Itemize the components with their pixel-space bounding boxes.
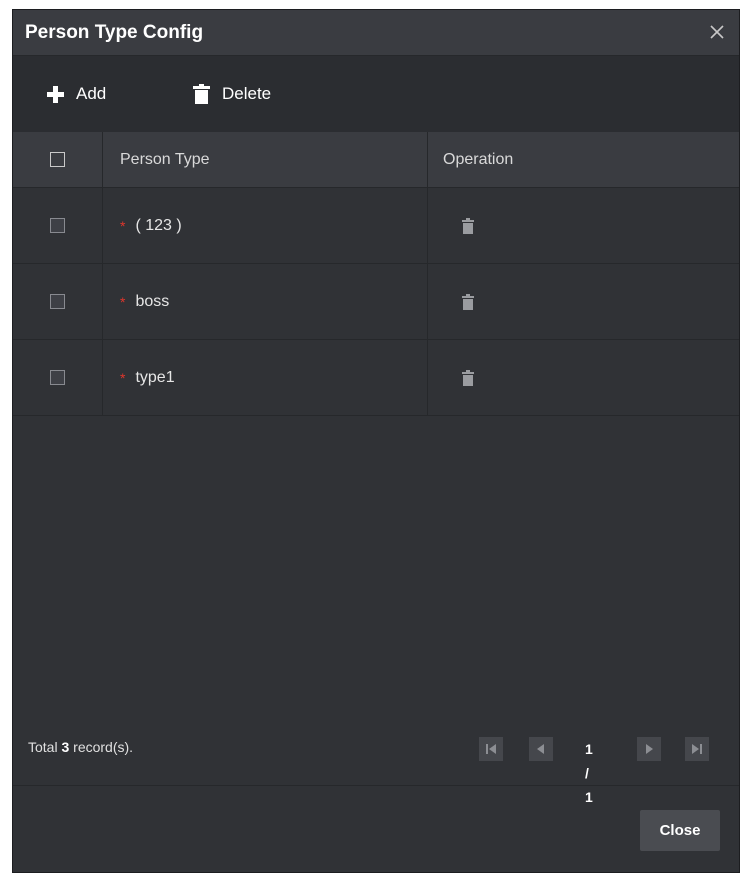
delete-label: Delete bbox=[222, 84, 272, 103]
first-page-icon[interactable] bbox=[479, 737, 503, 761]
person-type-name: boss bbox=[135, 292, 170, 310]
select-all-checkbox[interactable] bbox=[50, 152, 65, 167]
table-row: * ( 123 ) bbox=[13, 188, 739, 264]
title-bar: Person Type Config bbox=[13, 10, 739, 56]
row-checkbox[interactable] bbox=[50, 218, 65, 233]
last-page-icon[interactable] bbox=[685, 737, 709, 761]
column-operation: Operation bbox=[443, 150, 514, 168]
delete-button[interactable]: Delete bbox=[193, 82, 271, 106]
next-page-icon[interactable] bbox=[637, 737, 661, 761]
total-records: Total 3 record(s). bbox=[28, 739, 134, 755]
prev-page-icon[interactable] bbox=[529, 737, 553, 761]
trash-icon bbox=[193, 84, 210, 104]
table-header: Person Type Operation bbox=[13, 132, 739, 188]
row-delete-button[interactable] bbox=[462, 217, 474, 234]
person-type-name: ( 123 ) bbox=[135, 216, 182, 234]
column-person-type: Person Type bbox=[103, 132, 428, 187]
add-label: Add bbox=[76, 84, 107, 103]
required-mark: * bbox=[120, 217, 126, 234]
dialog-title: Person Type Config bbox=[25, 22, 204, 43]
close-button[interactable]: Close bbox=[640, 810, 720, 851]
row-delete-button[interactable] bbox=[462, 369, 474, 386]
row-checkbox[interactable] bbox=[50, 294, 65, 309]
trash-icon bbox=[462, 293, 474, 310]
pagination-bar: Total 3 record(s). 1 / 1 bbox=[13, 712, 739, 805]
table-row: * boss bbox=[13, 264, 739, 340]
page-indicator: 1 / 1 bbox=[585, 741, 593, 805]
trash-icon bbox=[462, 369, 474, 386]
close-icon[interactable] bbox=[705, 20, 729, 44]
trash-icon bbox=[462, 217, 474, 234]
toolbar: Add Delete bbox=[13, 56, 739, 132]
add-button[interactable]: Add bbox=[47, 82, 106, 106]
person-type-config-dialog: Person Type Config Add Delete Person Typ… bbox=[12, 9, 740, 873]
plus-icon bbox=[47, 85, 64, 103]
person-type-table: Person Type Operation * ( 123 ) * boss *… bbox=[13, 132, 739, 416]
required-mark: * bbox=[120, 293, 126, 310]
row-delete-button[interactable] bbox=[462, 293, 474, 310]
person-type-name: type1 bbox=[135, 368, 175, 386]
required-mark: * bbox=[120, 369, 126, 386]
table-row: * type1 bbox=[13, 340, 739, 416]
row-checkbox[interactable] bbox=[50, 370, 65, 385]
